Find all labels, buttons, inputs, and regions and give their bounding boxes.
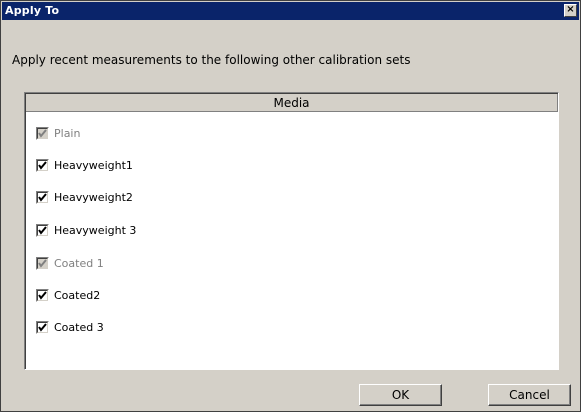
checkmark-icon (38, 128, 47, 138)
close-icon: × (566, 4, 575, 15)
media-item-heavyweight1[interactable]: Heavyweight1 (36, 158, 133, 172)
checkmark-icon (38, 192, 47, 202)
checkmark-icon (38, 322, 47, 332)
ok-button[interactable]: OK (359, 384, 442, 406)
close-button[interactable]: × (564, 4, 577, 17)
item-label: Heavyweight2 (54, 190, 133, 204)
media-item-plain[interactable]: Plain (36, 126, 80, 140)
title-bar[interactable]: Apply To × (2, 2, 579, 20)
item-label: Coated 1 (54, 256, 104, 270)
checkbox[interactable] (36, 190, 49, 204)
checkmark-icon (38, 258, 47, 268)
checkbox[interactable] (36, 126, 49, 140)
media-column-header[interactable]: Media (26, 94, 558, 112)
cancel-button[interactable]: Cancel (488, 384, 571, 406)
checkbox[interactable] (36, 288, 49, 302)
checkbox[interactable] (36, 256, 49, 270)
item-label: Coated 3 (54, 320, 104, 334)
checkmark-icon (38, 160, 47, 170)
item-label: Plain (54, 126, 81, 140)
checkmark-icon (38, 225, 47, 235)
checkbox[interactable] (36, 158, 49, 172)
item-label: Heavyweight 3 (54, 223, 137, 237)
item-label: Coated2 (54, 288, 101, 302)
checkmark-icon (38, 290, 47, 300)
checkbox[interactable] (36, 223, 49, 237)
dialog-title: Apply To (5, 4, 60, 17)
instruction-text: Apply recent measurements to the followi… (12, 53, 411, 67)
media-item-coated-1[interactable]: Coated 1 (36, 256, 104, 270)
media-list: Media Plain Heavyweight1 Heavyweight2 He… (24, 92, 559, 370)
checkbox[interactable] (36, 320, 49, 334)
apply-to-dialog: Apply To × Apply recent measurements to … (0, 0, 581, 412)
media-item-heavyweight-3[interactable]: Heavyweight 3 (36, 223, 136, 237)
item-label: Heavyweight1 (54, 158, 133, 172)
media-item-coated-3[interactable]: Coated 3 (36, 320, 104, 334)
media-item-heavyweight2[interactable]: Heavyweight2 (36, 190, 133, 204)
media-item-coated2[interactable]: Coated2 (36, 288, 100, 302)
